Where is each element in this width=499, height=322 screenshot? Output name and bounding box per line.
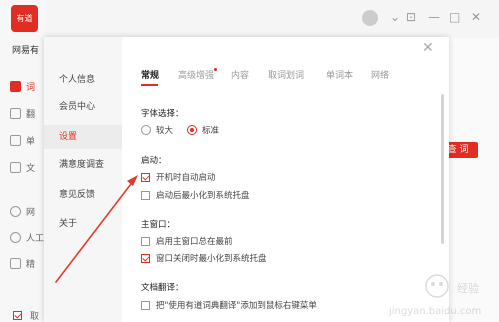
option-label: 启用主窗口总在最前 xyxy=(156,237,233,247)
checkbox-context-menu[interactable]: 把"使用有道词典翻译"添加到鼠标右键菜单 xyxy=(141,299,317,311)
tab-word-capture[interactable]: 取词划词 xyxy=(268,68,304,81)
sidebar-item-web[interactable]: 网 xyxy=(10,203,35,219)
translate-icon xyxy=(10,107,21,119)
active-tab-indicator xyxy=(141,84,158,86)
section-title-font: 字体选择： xyxy=(141,109,184,119)
nav-item-profile[interactable]: 个人信息 xyxy=(44,68,122,92)
radio-font-large[interactable]: 较大 xyxy=(141,124,173,136)
nav-item-about[interactable]: 关于 xyxy=(44,212,122,236)
nav-item-feedback[interactable]: 意见反馈 xyxy=(44,183,122,207)
sidebar-item-label: 翻 xyxy=(26,109,36,120)
nav-item-settings[interactable]: 设置 xyxy=(44,125,122,149)
nav-item-membership[interactable]: 会员中心 xyxy=(44,95,122,119)
section-title-startup: 启动： xyxy=(141,156,167,166)
tab-advanced[interactable]: 高级增强 xyxy=(178,68,214,81)
settings-dialog: 个人信息 会员中心 设置 满意度调查 意见反馈 关于 ✕ 常规 高级增强 内容 … xyxy=(44,37,449,322)
option-label: 窗口关闭时最小化到系统托盘 xyxy=(156,254,267,264)
bottom-label: 取 xyxy=(30,312,40,322)
option-label: 启动后最小化到系统托盘 xyxy=(156,191,250,201)
maximize-icon[interactable]: □ xyxy=(449,10,460,24)
new-badge-dot xyxy=(214,68,217,71)
sidebar-item-label: 词 xyxy=(26,82,36,93)
checkbox[interactable] xyxy=(141,172,150,182)
checkbox[interactable] xyxy=(141,300,150,310)
human-icon xyxy=(10,231,21,243)
radio-font-standard[interactable]: 标准 xyxy=(187,124,219,136)
tab-wordbook[interactable]: 单词本 xyxy=(326,68,353,81)
option-label: 开机时自动启动 xyxy=(156,173,216,183)
close-icon[interactable]: ✕ xyxy=(422,40,434,56)
bottom-checkbox[interactable] xyxy=(13,311,22,320)
radio-button[interactable] xyxy=(187,125,197,135)
tab-content[interactable]: 内容 xyxy=(231,68,249,81)
checkbox[interactable] xyxy=(141,253,150,263)
sidebar-item-dictionary[interactable]: 词 xyxy=(10,78,35,94)
sidebar-item-featured[interactable]: 精 xyxy=(10,255,35,271)
sidebar-item-human[interactable]: 人工 xyxy=(10,229,44,245)
tab-network[interactable]: 网络 xyxy=(371,68,389,81)
sidebar-item-label: 网 xyxy=(26,207,36,218)
dictionary-icon xyxy=(10,80,21,92)
checkbox[interactable] xyxy=(141,190,150,200)
nav-item-survey[interactable]: 满意度调查 xyxy=(44,153,122,177)
sidebar-item-translate[interactable]: 翻 xyxy=(10,105,35,121)
sidebar-item-document[interactable]: 文 xyxy=(10,159,35,175)
option-label: 标准 xyxy=(202,126,220,136)
close-window-icon[interactable]: ✕ xyxy=(471,10,481,24)
document-icon xyxy=(10,161,21,173)
sidebar-item-label: 人工 xyxy=(26,233,45,244)
section-title-main-window: 主窗口： xyxy=(141,220,176,230)
checkbox-close-to-tray[interactable]: 窗口关闭时最小化到系统托盘 xyxy=(141,252,267,264)
settings-nav: 个人信息 会员中心 设置 满意度调查 意见反馈 关于 xyxy=(44,37,122,322)
tab-general[interactable]: 常规 xyxy=(141,68,159,81)
sidebar-item-label: 精 xyxy=(26,259,36,270)
sidebar-item-wordbook[interactable]: 单 xyxy=(10,132,35,148)
option-label: 把"使用有道词典翻译"添加到鼠标右键菜单 xyxy=(156,301,317,311)
app-name: 网易有 xyxy=(12,46,40,56)
checkbox-always-on-top[interactable]: 启用主窗口总在最前 xyxy=(141,235,233,247)
wordbook-icon xyxy=(10,134,21,146)
scrollbar[interactable] xyxy=(441,94,444,244)
app-topbar: ⌄ ⊡ — □ ✕ xyxy=(46,0,499,38)
sidebar-item-label: 文 xyxy=(26,163,36,174)
section-title-doc-translate: 文档翻译： xyxy=(141,283,184,293)
app-sidebar: 有道 网易有 词 翻 单 文 网 人工 精 取 xyxy=(0,0,46,322)
app-logo: 有道 xyxy=(11,5,38,32)
radio-button[interactable] xyxy=(141,125,151,135)
checkbox-start-minimized[interactable]: 启动后最小化到系统托盘 xyxy=(141,189,250,201)
chevron-down-icon[interactable]: ⌄ xyxy=(390,10,400,24)
checkbox[interactable] xyxy=(141,236,150,246)
checkbox-autostart[interactable]: 开机时自动启动 xyxy=(141,171,216,183)
avatar[interactable] xyxy=(362,10,378,26)
web-icon xyxy=(10,205,21,217)
mini-mode-icon[interactable]: ⊡ xyxy=(406,10,416,24)
option-label: 较大 xyxy=(156,126,174,136)
minimize-icon[interactable]: — xyxy=(428,10,440,24)
featured-icon xyxy=(10,257,21,269)
sidebar-item-label: 单 xyxy=(26,136,36,147)
